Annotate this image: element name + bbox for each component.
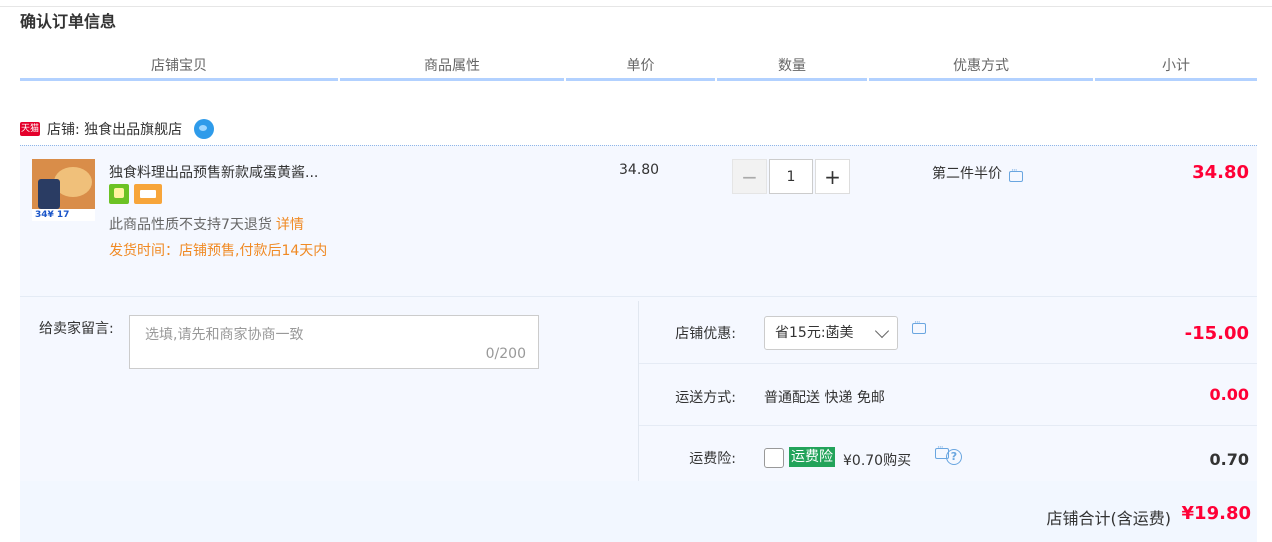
quantity-stepper: − + [732,159,850,194]
shop-name[interactable]: 店铺: 独食出品旗舰店 [47,119,182,139]
unit-price: 34.80 [619,162,660,178]
ship-time: 发货时间：店铺预售,付款后14天内 [109,243,328,259]
row-divider [639,363,1257,364]
discount-comment-icon[interactable] [912,318,926,334]
no-return-text: 此商品性质不支持7天退货 [109,217,272,233]
shop-discount-selected: 省15元:菡美 [775,325,854,341]
top-divider [0,6,1272,7]
shop-total-value: ¥19.80 [1181,503,1251,524]
service-guarantee-icon [109,184,129,204]
promotion-label: 第二件半价 [932,166,1002,182]
wangwang-chat-icon[interactable] [194,119,215,139]
detail-link[interactable]: 详情 [276,217,304,233]
shipping-value: 0.00 [1209,385,1249,404]
row-divider [639,425,1257,426]
message-label: 给卖家留言: [39,321,114,337]
message-textarea[interactable]: 选填,请先和商家协商一致 0/200 [129,315,539,369]
shop-total-label: 店铺合计(含运费) [1046,509,1172,528]
decrease-quantity-button[interactable]: − [732,159,767,194]
message-placeholder: 选填,请先和商家协商一致 [145,327,304,343]
message-char-count: 0/200 [485,346,526,362]
col-quantity: 数量 [717,56,867,81]
insurance-checkbox[interactable] [764,448,784,468]
item-thumbnail[interactable]: 34¥ 17 [32,159,95,221]
insurance-tag: 运费险 [789,447,835,467]
promotion: 第二件半价 [932,163,1023,183]
insurance-price: ¥0.70购买 [843,453,912,469]
col-promotion: 优惠方式 [869,56,1093,81]
shop-total-bar: 店铺合计(含运费) ¥19.80 [20,481,1257,542]
shipping-method: 普通配送 快递 免邮 [764,390,885,406]
order-options: 给卖家留言: 选填,请先和商家协商一致 0/200 店铺优惠: 省15元:菡美 … [20,297,1257,481]
table-header: 店铺宝贝 商品属性 单价 数量 优惠方式 小计 [20,56,1257,81]
chevron-down-icon [874,323,890,339]
shop-discount-value: -15.00 [1184,323,1249,344]
col-subtotal: 小计 [1095,56,1257,81]
thumb-jar-shape [38,179,60,209]
comment-icon[interactable] [1009,166,1023,182]
order-item: 34¥ 17 独食料理出品预售新款咸蛋黄酱... 此商品性质不支持7天退货 详情 … [20,145,1257,297]
section-title: 确认订单信息 [20,12,117,31]
tmall-icon: 天猫 [20,122,40,136]
vertical-divider [638,301,639,481]
insurance-value: 0.70 [1209,450,1249,469]
shop-discount-select[interactable]: 省15元:菡美 [764,316,898,350]
col-unit-price: 单价 [566,56,715,81]
quantity-input[interactable] [769,159,813,194]
shipping-label: 运送方式: [675,390,736,406]
shop-discount-label: 店铺优惠: [675,326,736,342]
insurance-label: 运费险: [689,451,736,467]
col-shop-item: 店铺宝贝 [20,56,338,81]
shop-row: 天猫 店铺: 独食出品旗舰店 [20,118,215,140]
item-title[interactable]: 独食料理出品预售新款咸蛋黄酱... [109,162,318,182]
item-subtotal: 34.80 [1192,162,1249,183]
help-icon[interactable]: ? [946,449,962,465]
no-return-notice: 此商品性质不支持7天退货 详情 [109,214,304,234]
increase-quantity-button[interactable]: + [815,159,850,194]
col-attributes: 商品属性 [340,56,564,81]
thumb-price-strip: 34¥ 17 [32,209,95,221]
credit-card-icon [134,184,162,204]
